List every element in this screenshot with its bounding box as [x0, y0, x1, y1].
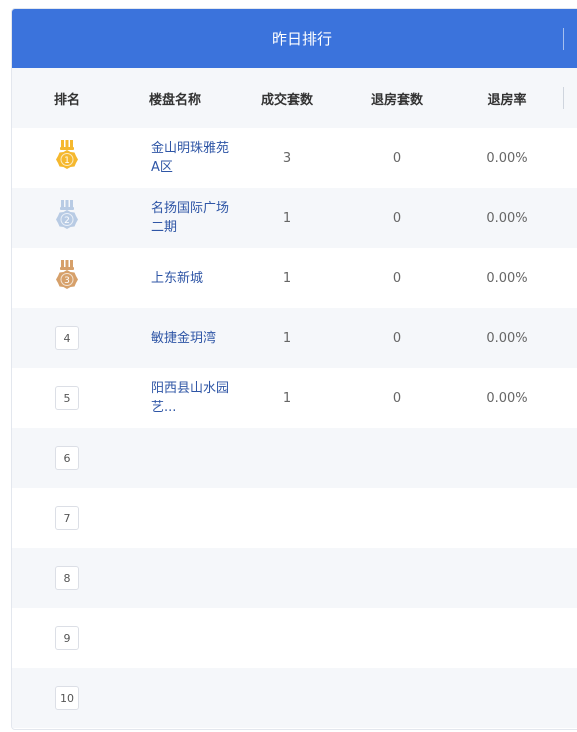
column-divider: [563, 87, 564, 109]
table-row[interactable]: 7: [12, 488, 577, 548]
name-cell: 名扬国际广场二期: [122, 199, 232, 237]
property-name-link[interactable]: 上东新城: [151, 269, 232, 288]
rank-cell: 1: [12, 139, 122, 177]
refund-cell: 0: [392, 210, 402, 226]
rank-cell: 2: [12, 199, 122, 237]
refund-cell: 0: [392, 390, 402, 406]
refund-cell: 0: [392, 150, 402, 166]
name-cell: 上东新城: [122, 269, 232, 288]
table-row[interactable]: 5 阳西县山水园艺... 1 0 0.00%: [12, 368, 577, 428]
refund-cell: 0: [392, 330, 402, 346]
rank-cell: 4: [12, 326, 122, 350]
panel-title: 昨日排行: [271, 30, 332, 48]
rank-badge: 6: [55, 446, 79, 470]
column-header-rank[interactable]: 排名: [12, 89, 122, 108]
rank-cell: 10: [12, 686, 122, 710]
refund-rate-cell: 0.00%: [486, 150, 528, 166]
rank-badge: 7: [55, 506, 79, 530]
rank-cell: 6: [12, 446, 122, 470]
table-row[interactable]: 8: [12, 548, 577, 608]
name-cell: 金山明珠雅苑A区: [122, 139, 232, 177]
rank-cell: 3: [12, 259, 122, 297]
name-cell: 阳西县山水园艺...: [122, 379, 232, 417]
refund-rate-cell: 0.00%: [486, 210, 528, 226]
rank-cell: 8: [12, 566, 122, 590]
sold-cell: 1: [282, 330, 292, 346]
table-row[interactable]: 6: [12, 428, 577, 488]
table-body: 1 金山明珠雅苑A区 3 0 0.00% 2 名扬国际广场二期 1 0 0.00% 3 上东新城 1 0 0…: [12, 128, 577, 728]
column-header-refund[interactable]: 退房套数: [342, 89, 452, 108]
rank-cell: 9: [12, 626, 122, 650]
rank-badge: 8: [55, 566, 79, 590]
panel-header: 昨日排行: [12, 9, 577, 68]
table-row[interactable]: 3 上东新城 1 0 0.00%: [12, 248, 577, 308]
medal-rank-number: 3: [64, 276, 70, 286]
column-header-refund-rate[interactable]: 退房率: [452, 89, 562, 108]
table-row[interactable]: 4 敏捷金玥湾 1 0 0.00%: [12, 308, 577, 368]
table-row[interactable]: 1 金山明珠雅苑A区 3 0 0.00%: [12, 128, 577, 188]
name-cell: 敏捷金玥湾: [122, 329, 232, 348]
bronze-medal-icon: 3: [56, 260, 78, 289]
rank-badge: 5: [55, 386, 79, 410]
sold-cell: 1: [282, 390, 292, 406]
column-header-sold[interactable]: 成交套数: [232, 89, 342, 108]
rank-badge: 9: [55, 626, 79, 650]
silver-medal-icon: 2: [56, 200, 78, 229]
medal-rank-number: 1: [64, 156, 70, 166]
ranking-panel: 昨日排行 排名 楼盘名称 成交套数 退房套数 退房率 1 金山明珠雅苑A区 3 0 0.…: [11, 8, 577, 730]
gold-medal-icon: 1: [56, 140, 78, 169]
table-row[interactable]: 10: [12, 668, 577, 728]
rank-cell: 5: [12, 386, 122, 410]
column-header-name[interactable]: 楼盘名称: [122, 89, 232, 108]
property-name-link[interactable]: 阳西县山水园艺...: [151, 379, 232, 417]
header-divider: [563, 28, 564, 50]
sold-cell: 3: [282, 150, 292, 166]
property-name-link[interactable]: 金山明珠雅苑A区: [151, 139, 232, 177]
refund-rate-cell: 0.00%: [486, 330, 528, 346]
medal-rank-number: 2: [64, 216, 70, 226]
refund-cell: 0: [392, 270, 402, 286]
property-name-link[interactable]: 敏捷金玥湾: [151, 329, 232, 348]
rank-cell: 7: [12, 506, 122, 530]
sold-cell: 1: [282, 210, 292, 226]
table-row[interactable]: 2 名扬国际广场二期 1 0 0.00%: [12, 188, 577, 248]
rank-badge: 10: [55, 686, 79, 710]
refund-rate-cell: 0.00%: [486, 270, 528, 286]
rank-badge: 4: [55, 326, 79, 350]
sold-cell: 1: [282, 270, 292, 286]
table-header: 排名 楼盘名称 成交套数 退房套数 退房率: [12, 68, 577, 128]
table-row[interactable]: 9: [12, 608, 577, 668]
refund-rate-cell: 0.00%: [486, 390, 528, 406]
property-name-link[interactable]: 名扬国际广场二期: [151, 199, 232, 237]
